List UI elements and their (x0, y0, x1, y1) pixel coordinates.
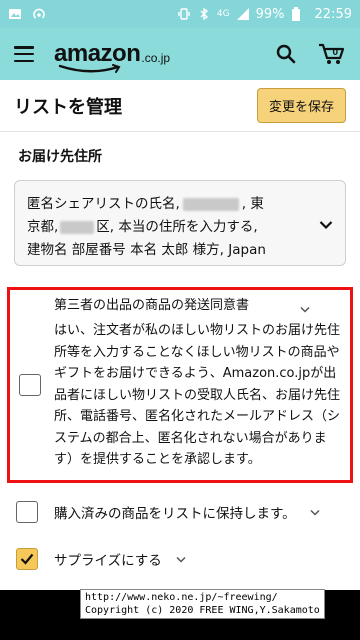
keep-purchased-option: 購入済みの商品をリストに保持します。 (16, 501, 320, 523)
save-changes-button[interactable]: 変更を保存 (256, 88, 346, 123)
image-notification-icon (8, 7, 22, 21)
app-header: amazon .co.jp 0 (0, 28, 360, 80)
chevron-down-icon[interactable] (300, 298, 310, 317)
logo-smile-icon (58, 64, 121, 73)
cart-icon[interactable]: 0 (318, 42, 346, 66)
surprise-option: サプライズにする (16, 548, 186, 570)
chevron-down-icon[interactable] (310, 509, 320, 516)
surprise-checkbox[interactable] (16, 548, 38, 570)
shipping-address-select[interactable]: 匿名シェアリストの氏名,, 東 京都, 区, 本当の住所を入力する, 建物名 部屋… (14, 180, 346, 266)
shipping-address-label: お届け先住所 (18, 149, 102, 165)
chevron-down-icon[interactable] (176, 556, 186, 563)
keep-purchased-checkbox[interactable] (16, 501, 38, 523)
title-row: リストを管理 変更を保存 (0, 80, 360, 132)
vibrate-icon (177, 7, 191, 21)
address-line-2: 京都, 区, 本当の住所を入力する, (27, 219, 258, 235)
search-icon[interactable] (276, 44, 296, 64)
svg-text:0: 0 (333, 47, 339, 58)
network-type: 4G (216, 9, 230, 19)
consent-checkbox[interactable] (19, 374, 41, 396)
logo-suffix: .co.jp (141, 51, 171, 65)
consent-title: 第三者の出品の商品の発送同意書 (54, 298, 250, 313)
third-party-consent-box: 第三者の出品の商品の発送同意書 はい、注文者が私のほしい物リストのお届け先住所等… (7, 287, 353, 483)
checkmark-icon (20, 553, 34, 565)
battery-icon (291, 7, 305, 21)
page-title: リストを管理 (14, 96, 122, 118)
copyright-watermark: http://www.neko.ne.jp/~freewing/Copyrigh… (80, 589, 325, 619)
battery-percent: 99% (255, 6, 285, 22)
address-line-3: 建物名 部屋番号 本名 太郎 様方, Japan (27, 242, 266, 258)
address-line-1: 匿名シェアリストの氏名,, 東 (27, 196, 264, 212)
amazon-logo[interactable]: amazon .co.jp (54, 40, 171, 73)
redacted-text (182, 197, 239, 211)
status-bar: 4G 99% 22:59 (0, 0, 360, 28)
keep-purchased-label: 購入済みの商品をリストに保持します。 (54, 506, 296, 522)
chevron-down-icon (319, 215, 333, 234)
surprise-label: サプライズにする (54, 553, 162, 569)
hotspot-icon (32, 7, 46, 21)
redacted-text (60, 220, 95, 234)
consent-text: はい、注文者が私のほしい物リストのお届け先住所等を入力することなくほしい物リスト… (54, 323, 341, 467)
hamburger-menu-icon[interactable] (14, 46, 34, 62)
signal-icon (236, 7, 250, 21)
bluetooth-icon (197, 7, 211, 21)
clock: 22:59 (314, 6, 352, 22)
